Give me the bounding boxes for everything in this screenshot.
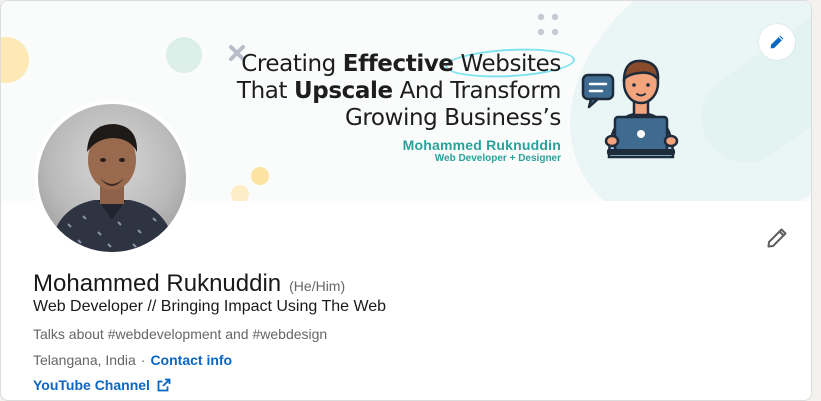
- edit-intro-button[interactable]: [759, 220, 795, 256]
- person-photo: [50, 124, 176, 252]
- pencil-icon: [767, 228, 787, 248]
- youtube-link-row[interactable]: YouTube Channel: [33, 377, 171, 393]
- banner-name: Mohammed Ruknuddin: [402, 137, 561, 153]
- developer-illustration-icon: [581, 59, 679, 159]
- location-row: Telangana, India · Contact info: [33, 352, 232, 368]
- separator: ·: [140, 352, 146, 368]
- talks-about: Talks about #webdevelopment and #webdesi…: [33, 326, 328, 342]
- profile-pronouns: (He/Him): [289, 278, 346, 294]
- location-text: Telangana, India: [33, 352, 136, 368]
- contact-info-link[interactable]: Contact info: [150, 352, 232, 368]
- banner-role: Web Developer + Designer: [434, 153, 561, 164]
- decor-circle-yellow-left: [1, 37, 29, 83]
- decor-dots-icon: [537, 13, 559, 36]
- external-link-icon: [157, 378, 171, 392]
- profile-photo[interactable]: [34, 100, 190, 256]
- profile-headline: Web Developer // Bringing Impact Using T…: [33, 298, 387, 315]
- decor-circle-yellow-small: [251, 167, 269, 185]
- edit-cover-button[interactable]: [759, 24, 795, 60]
- decor-circle-yellow-tiny: [231, 185, 249, 201]
- decor-circle-green: [166, 37, 202, 73]
- profile-card: Creating Effective Websites That Upscale…: [0, 0, 812, 401]
- banner-headline: Creating Effective Websites That Upscale…: [236, 51, 561, 131]
- name-row: Mohammed Ruknuddin (He/Him): [33, 270, 345, 298]
- profile-name: Mohammed Ruknuddin: [33, 270, 282, 297]
- pencil-icon: [770, 35, 784, 49]
- youtube-channel-link[interactable]: YouTube Channel: [33, 377, 150, 393]
